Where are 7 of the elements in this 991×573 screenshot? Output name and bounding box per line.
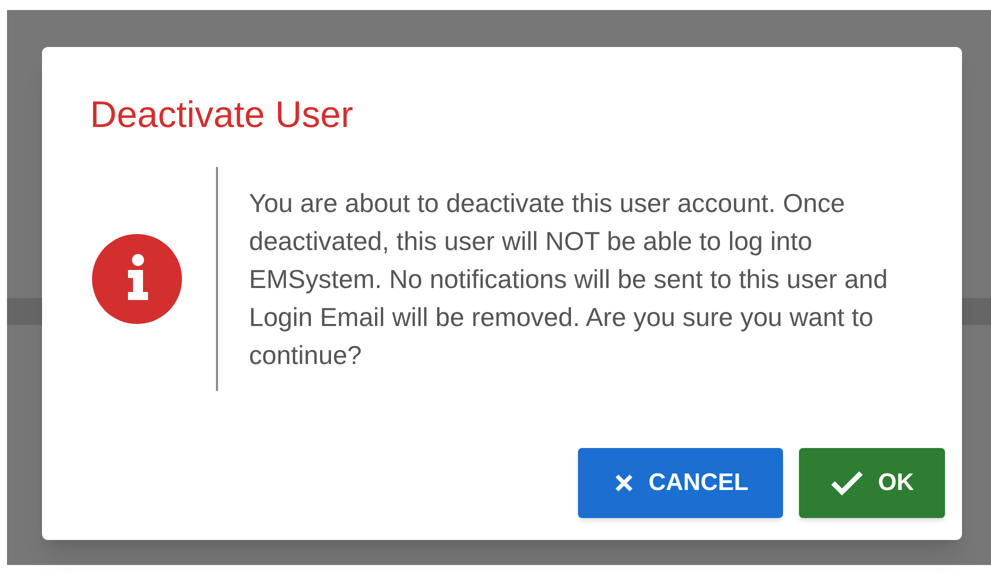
dialog-title: Deactivate User bbox=[90, 94, 354, 135]
info-icon bbox=[92, 234, 182, 324]
message-text: You are about to deactivate this user account. Once deactivated, this user will NOT be able to log into EMSystem. No notifications will be sent to this user and Login Email will be removed. Are you sure you want to continue? bbox=[249, 186, 889, 372]
close-icon bbox=[612, 472, 634, 494]
check-icon bbox=[830, 470, 864, 496]
cancel-button[interactable]: CANCEL bbox=[578, 448, 783, 518]
ok-button[interactable]: OK bbox=[799, 448, 945, 518]
